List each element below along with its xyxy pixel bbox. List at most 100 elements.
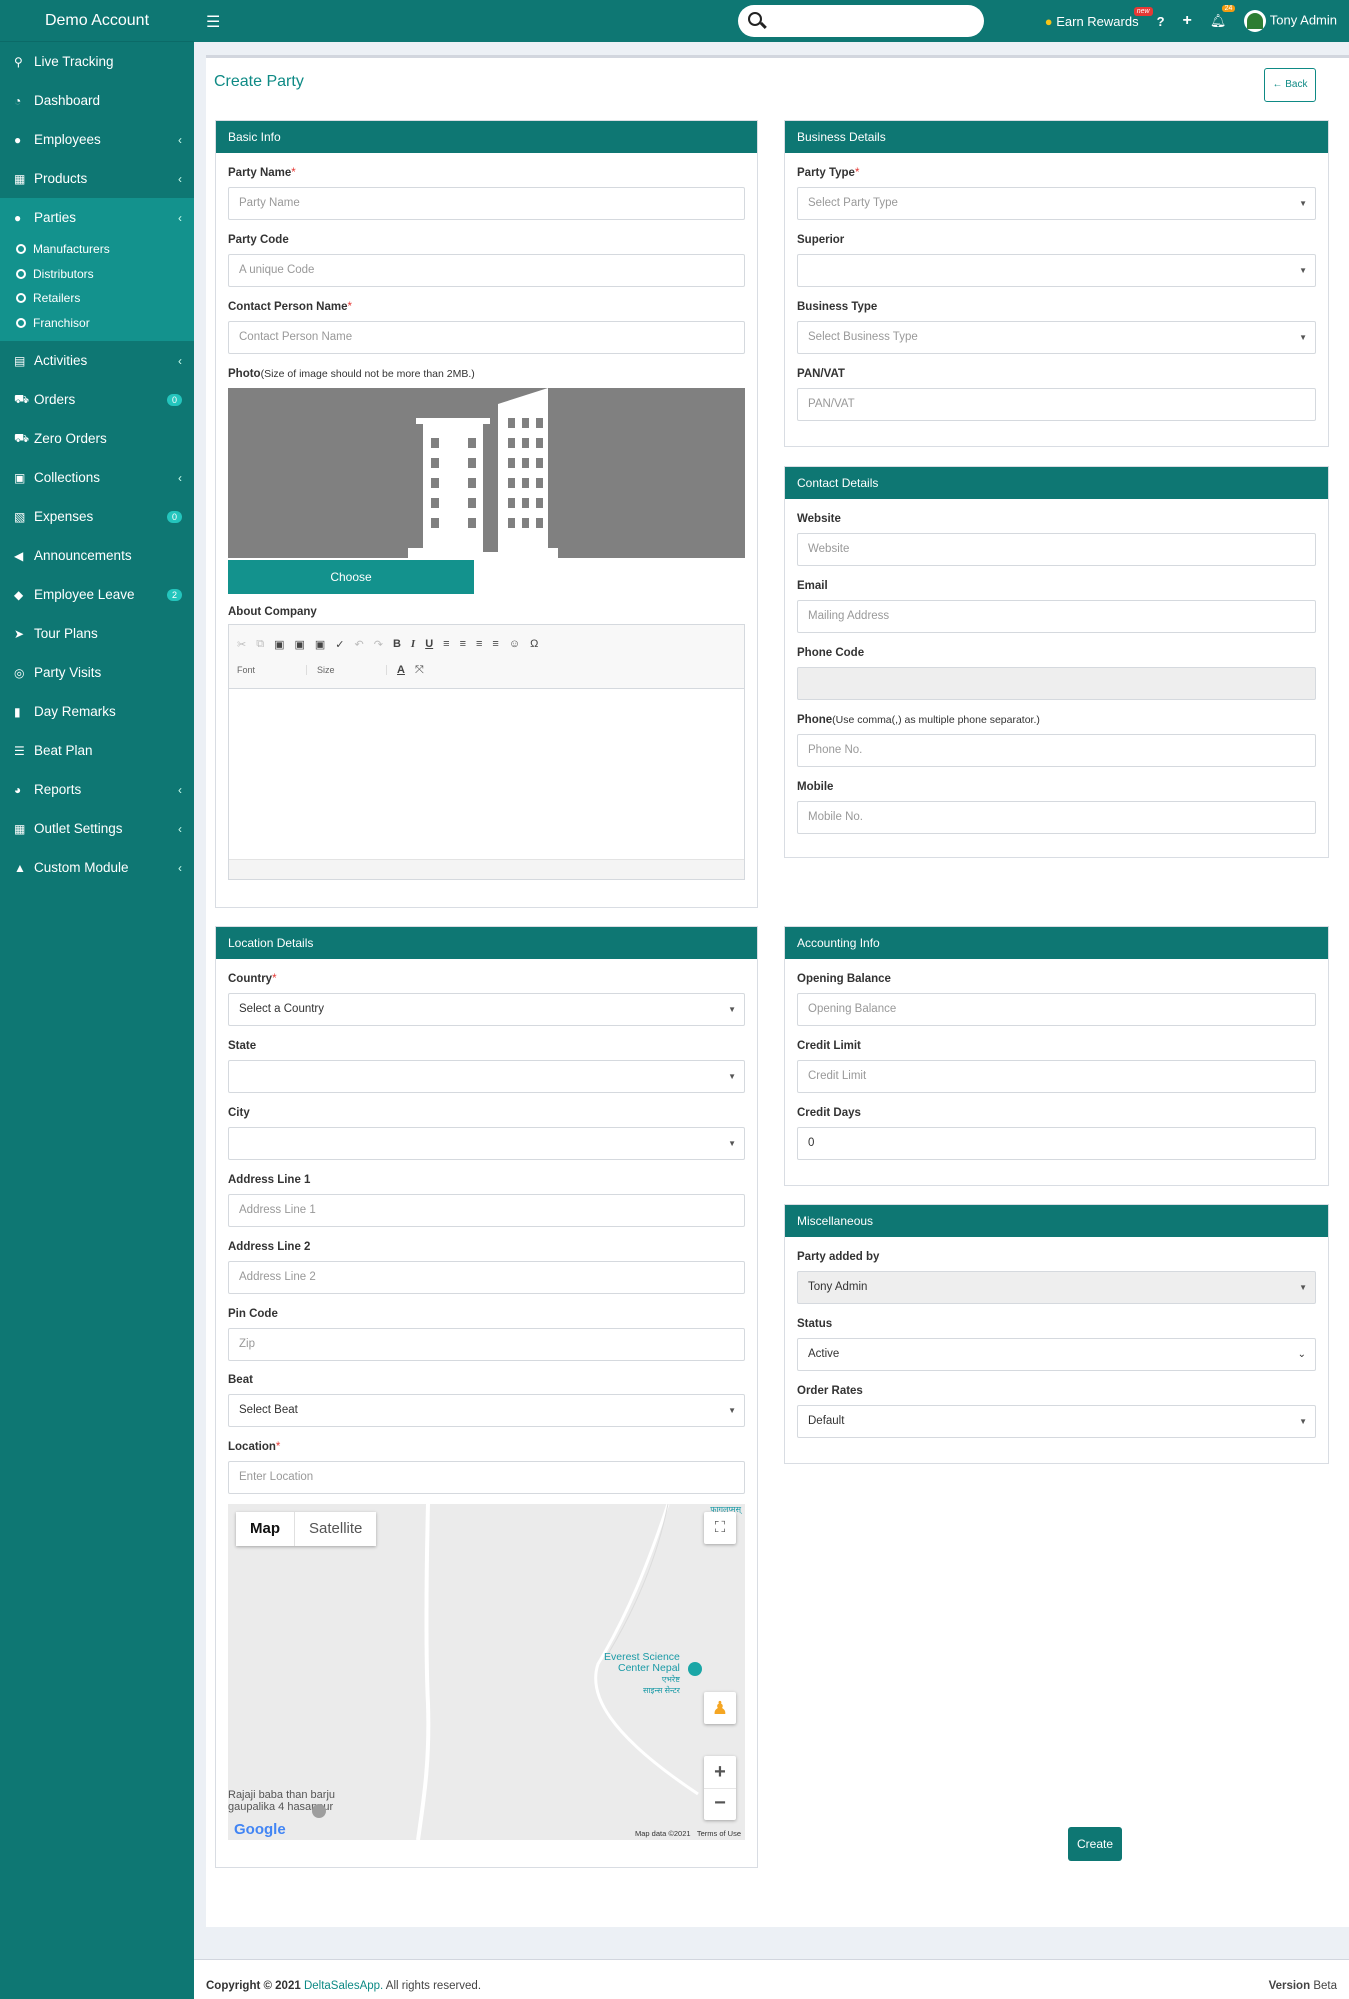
map-poi-everest-science[interactable]: Everest Science Center Nepal एभरेष्ट साइ… — [604, 1652, 680, 1696]
brand-title[interactable]: Demo Account — [0, 0, 194, 42]
sidebar-item-zero-orders[interactable]: ⛟ Zero Orders — [0, 419, 194, 458]
party-added-by-select[interactable]: Tony Admin ▼ — [797, 1271, 1316, 1304]
add-icon[interactable]: + — [1183, 12, 1192, 30]
help-icon[interactable]: ? — [1157, 14, 1165, 29]
required-mark: * — [291, 167, 296, 179]
credit-days-input[interactable]: 0 — [797, 1127, 1316, 1160]
state-select[interactable]: ▼ — [228, 1060, 745, 1093]
business-type-select[interactable]: Select Business Type ▼ — [797, 321, 1316, 354]
paste-word-icon[interactable]: ▣ — [315, 638, 325, 651]
sidebar-item-expenses[interactable]: ▧ Expenses 0 — [0, 497, 194, 536]
underline-icon[interactable]: U — [425, 638, 433, 650]
special-char-icon[interactable]: Ω — [530, 638, 538, 650]
location-input[interactable]: Enter Location — [228, 1461, 745, 1494]
zoom-in-icon[interactable]: + — [704, 1756, 736, 1788]
align-center-icon[interactable]: ≡ — [460, 638, 466, 650]
emoji-icon[interactable]: ☺ — [509, 638, 520, 650]
sidebar-item-day-remarks[interactable]: ▮ Day Remarks — [0, 692, 194, 731]
fullscreen-icon[interactable]: ⛶ — [704, 1512, 736, 1544]
map-tab[interactable]: Map — [236, 1512, 295, 1546]
party-name-input[interactable]: Party Name — [228, 187, 745, 220]
superior-select[interactable]: ▼ — [797, 254, 1316, 287]
country-select[interactable]: Select a Country ▼ — [228, 993, 745, 1026]
sidebar-item-custom-module[interactable]: ▲ Custom Module ‹ — [0, 848, 194, 887]
align-justify-icon[interactable]: ≡ — [492, 638, 498, 650]
hamburger-menu-icon[interactable]: ☰ — [206, 12, 220, 32]
sidebar-item-collections[interactable]: ▣ Collections ‹ — [0, 458, 194, 497]
editor-resize-bar — [229, 859, 744, 879]
pan-vat-input[interactable]: PAN/VAT — [797, 388, 1316, 421]
user-icon: ● — [14, 210, 22, 225]
miscellaneous-heading: Miscellaneous — [785, 1205, 1328, 1237]
address-line-2-input[interactable]: Address Line 2 — [228, 1261, 745, 1294]
text-color-icon[interactable]: A — [397, 664, 405, 676]
photo-preview[interactable] — [228, 388, 745, 558]
order-rates-select[interactable]: Default ▼ — [797, 1405, 1316, 1438]
street-view-pegman-icon[interactable]: ♟ — [704, 1692, 736, 1724]
sidebar-subitem-manufacturers[interactable]: Manufacturers — [0, 237, 194, 262]
redo-icon[interactable]: ↷ — [374, 638, 383, 651]
maximize-icon[interactable]: ⤧ — [415, 664, 424, 677]
pin-code-input[interactable]: Zip — [228, 1328, 745, 1361]
align-left-icon[interactable]: ≡ — [443, 638, 449, 650]
content-box: Create Party ← Back Basic Info Party Nam… — [206, 55, 1349, 1927]
satellite-tab[interactable]: Satellite — [295, 1512, 376, 1546]
sidebar-item-outlet-settings[interactable]: ▦ Outlet Settings ‹ — [0, 809, 194, 848]
paste-icon[interactable]: ▣ — [274, 638, 284, 651]
search-input[interactable] — [738, 5, 984, 37]
beat-select[interactable]: Select Beat ▼ — [228, 1394, 745, 1427]
sidebar-item-activities[interactable]: ▤ Activities ‹ — [0, 341, 194, 380]
sidebar-item-orders[interactable]: ⛟ Orders 0 — [0, 380, 194, 419]
status-select[interactable]: Active ⌄ — [797, 1338, 1316, 1371]
sidebar-item-employee-leave[interactable]: ◆ Employee Leave 2 — [0, 575, 194, 614]
credit-limit-input[interactable]: Credit Limit — [797, 1060, 1316, 1093]
sidebar-item-dashboard[interactable]: ◔ Dashboard — [0, 81, 194, 120]
user-menu[interactable]: Tony Admin — [1244, 10, 1337, 32]
party-type-select[interactable]: Select Party Type ▼ — [797, 187, 1316, 220]
paste-text-icon[interactable]: ▣ — [294, 638, 304, 651]
contact-person-input[interactable]: Contact Person Name — [228, 321, 745, 354]
copy-icon[interactable]: ⧉ — [256, 638, 264, 651]
city-select[interactable]: ▼ — [228, 1127, 745, 1160]
party-code-input[interactable]: A unique Code — [228, 254, 745, 287]
sidebar-item-reports[interactable]: ◕ Reports ‹ — [0, 770, 194, 809]
sidebar-item-products[interactable]: ▦ Products ‹ — [0, 159, 194, 198]
address-line-1-input[interactable]: Address Line 1 — [228, 1194, 745, 1227]
choose-photo-button[interactable]: Choose — [228, 560, 474, 594]
phone-code-input[interactable] — [797, 667, 1316, 700]
brand-link[interactable]: DeltaSalesApp. — [304, 1980, 383, 1992]
cut-icon[interactable]: ✂ — [237, 638, 246, 651]
email-input[interactable]: Mailing Address — [797, 600, 1316, 633]
sidebar-subitem-retailers[interactable]: Retailers — [0, 286, 194, 311]
back-button[interactable]: ← Back — [1264, 68, 1316, 102]
terms-link[interactable]: Terms of Use — [697, 1829, 741, 1838]
sidebar-subitem-franchisor[interactable]: Franchisor — [0, 311, 194, 336]
address-line-1-field: Address Line 1 Address Line 1 — [228, 1174, 745, 1227]
undo-icon[interactable]: ↶ — [355, 638, 364, 651]
website-input[interactable]: Website — [797, 533, 1316, 566]
phone-input[interactable]: Phone No. — [797, 734, 1316, 767]
sidebar-item-parties[interactable]: ● Parties ‹ — [0, 198, 194, 237]
sidebar-item-live-tracking[interactable]: ⚲ Live Tracking — [0, 42, 194, 81]
earn-rewards-link[interactable]: ● Earn Rewards new — [1045, 6, 1153, 29]
sidebar: Demo Account ⚲ Live Tracking ◔ Dashboard ●… — [0, 0, 194, 1999]
map-view[interactable]: Map Satellite फागलप्मस् ⛶ Everest Scienc… — [228, 1504, 745, 1840]
sidebar-item-party-visits[interactable]: ◎ Party Visits — [0, 653, 194, 692]
align-right-icon[interactable]: ≡ — [476, 638, 482, 650]
italic-icon[interactable]: I — [411, 638, 415, 650]
create-button[interactable]: Create — [1068, 1827, 1122, 1861]
mobile-input[interactable]: Mobile No. — [797, 801, 1316, 834]
sidebar-item-announcements[interactable]: ◀ Announcements — [0, 536, 194, 575]
sidebar-item-beat-plan[interactable]: ☰ Beat Plan — [0, 731, 194, 770]
sidebar-item-employees[interactable]: ● Employees ‹ — [0, 120, 194, 159]
bell-icon[interactable]: 🔔︎ 24 — [1210, 5, 1236, 29]
rich-text-editor[interactable]: ✂ ⧉ ▣ ▣ ▣ ✓ ↶ ↷ B I U ≡ ≡ ≡ ≡ ☺ Ω Font S… — [228, 624, 745, 880]
zoom-out-icon[interactable]: − — [704, 1788, 736, 1820]
bold-icon[interactable]: B — [393, 638, 401, 650]
spellcheck-icon[interactable]: ✓ — [335, 638, 344, 651]
font-select[interactable]: Font — [237, 665, 307, 675]
sidebar-item-tour-plans[interactable]: ➤ Tour Plans — [0, 614, 194, 653]
opening-balance-input[interactable]: Opening Balance — [797, 993, 1316, 1026]
sidebar-subitem-distributors[interactable]: Distributors — [0, 262, 194, 287]
size-select[interactable]: Size — [317, 665, 387, 675]
